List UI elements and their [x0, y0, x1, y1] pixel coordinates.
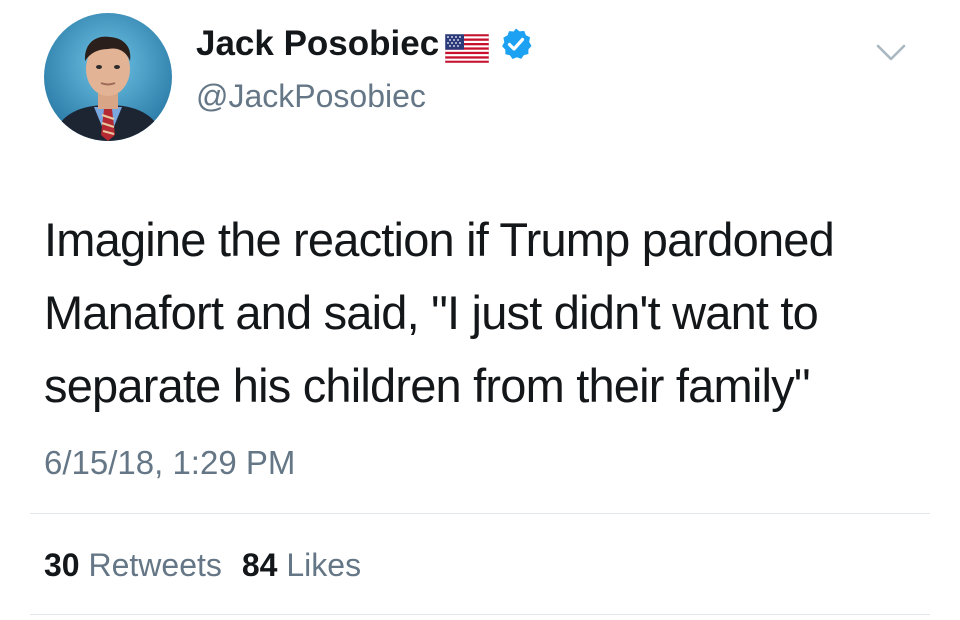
author-handle[interactable]: @JackPosobiec [196, 76, 426, 116]
avatar[interactable] [44, 13, 172, 141]
tweet-text-line: separate his children from their family" [44, 359, 811, 412]
divider [30, 513, 930, 514]
verified-badge-icon [499, 27, 533, 61]
likes-count: 84 [241, 547, 278, 583]
tweet-text-line: Imagine the reaction if Trump pardoned [44, 213, 835, 266]
tweet-timestamp[interactable]: 6/15/18, 1:29 PM [44, 442, 295, 484]
tweet-stats: 30 Retweets 84 Likes [44, 544, 361, 586]
retweets-label: Retweets [88, 547, 222, 583]
avatar-image [44, 13, 172, 141]
tweet-text-line: Manafort and said, "I just didn't want t… [44, 286, 819, 339]
likes-label: Likes [286, 547, 362, 583]
likes-stat[interactable]: 84 Likes [242, 547, 361, 583]
us-flag-icon [444, 30, 490, 63]
retweets-stat[interactable]: 30 Retweets [44, 547, 222, 583]
chevron-down-icon[interactable] [872, 40, 910, 66]
retweets-count: 30 [44, 547, 80, 583]
divider [30, 614, 930, 615]
author-display-name[interactable]: Jack Posobiec [196, 22, 439, 66]
tweet-text: Imagine the reaction if Trump pardoned M… [44, 203, 934, 422]
author-name-row[interactable]: Jack Posobiec [196, 22, 533, 66]
